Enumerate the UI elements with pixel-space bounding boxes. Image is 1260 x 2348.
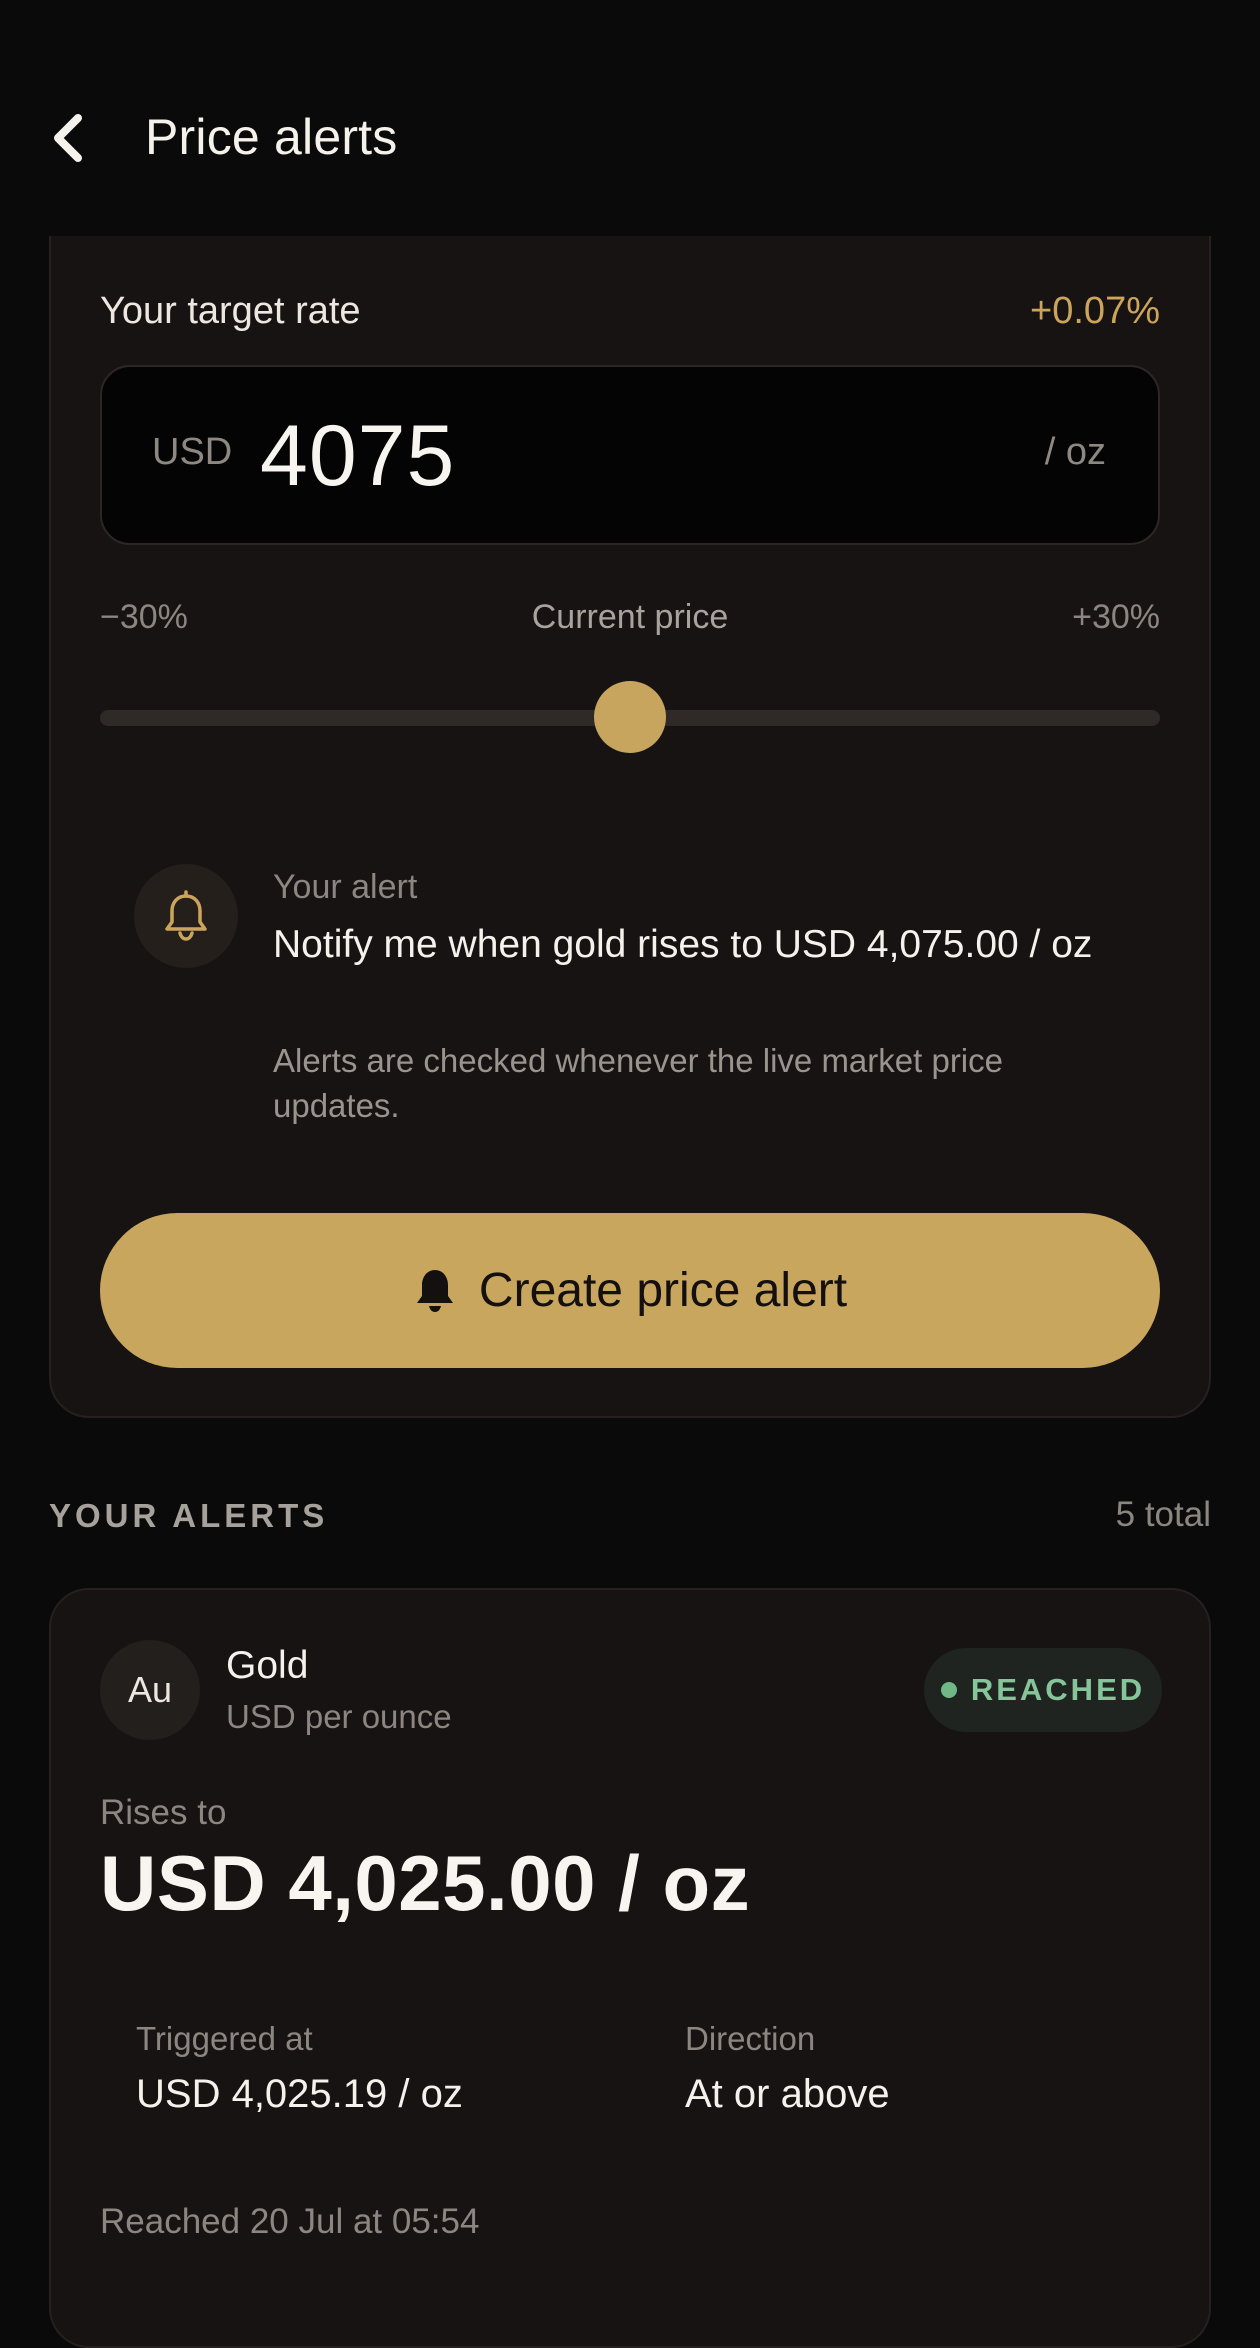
rate-currency: USD xyxy=(152,431,233,473)
bell-outline-icon xyxy=(165,890,207,941)
rate-unit: / oz xyxy=(1044,431,1106,473)
direction-label: Direction xyxy=(685,2020,816,2057)
price-slider-thumb[interactable] xyxy=(594,681,666,753)
direction-value: At or above xyxy=(685,2072,890,2116)
target-delta-percent: +0.07% xyxy=(1030,290,1160,332)
back-button[interactable] xyxy=(40,102,96,174)
status-badge: REACHED xyxy=(924,1648,1162,1732)
alert-summary-note: Alerts are checked whenever the live mar… xyxy=(273,1042,1003,1124)
your-alerts-heading: YOUR ALERTS xyxy=(49,1497,329,1534)
alert-summary-label: Your alert xyxy=(273,868,418,906)
alerts-total-count: 5 total xyxy=(1115,1495,1211,1534)
alert-summary-text: Notify me when gold rises to USD 4,075.0… xyxy=(273,923,1093,966)
metal-name: Gold xyxy=(226,1644,309,1687)
metal-symbol: Au xyxy=(127,1669,173,1710)
bell-filled-icon xyxy=(416,1269,453,1312)
triggered-at-label: Triggered at xyxy=(136,2020,313,2057)
metal-unit: USD per ounce xyxy=(226,1698,452,1735)
alert-rule-label: Rises to xyxy=(100,1793,227,1832)
target-rate-input[interactable]: USD 4075 / oz xyxy=(100,365,1160,545)
reached-timestamp: Reached 20 Jul at 05:54 xyxy=(100,2202,480,2241)
triggered-at-value: USD 4,025.19 / oz xyxy=(136,2072,463,2116)
target-rate-label: Your target rate xyxy=(100,290,361,332)
alert-rule-value: USD 4,025.00 / oz xyxy=(100,1839,751,1927)
page-title: Price alerts xyxy=(145,109,398,165)
create-price-alert-label: Create price alert xyxy=(478,1264,848,1317)
top-bar: Price alerts xyxy=(0,0,1260,236)
slider-current-price-label: Current price xyxy=(531,598,729,636)
create-price-alert-button[interactable]: Create price alert xyxy=(100,1213,1160,1368)
alert-summary-icon-badge xyxy=(134,864,238,968)
slider-max-label: +30% xyxy=(1072,598,1160,636)
chevron-left-icon xyxy=(54,114,82,162)
rate-value[interactable]: 4075 xyxy=(260,407,455,506)
metal-symbol-avatar: Au xyxy=(100,1640,200,1740)
status-text: REACHED xyxy=(970,1672,1146,1707)
status-dot-icon xyxy=(940,1682,957,1698)
